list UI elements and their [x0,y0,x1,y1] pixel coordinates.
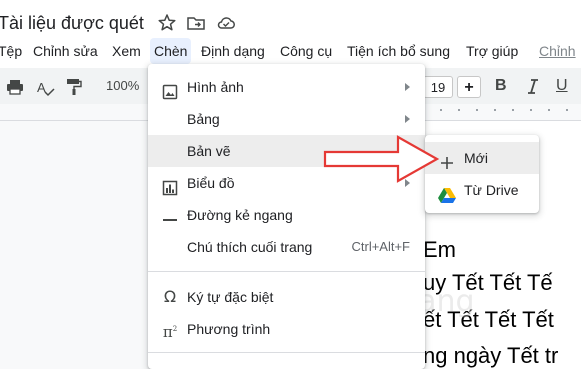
annotation-arrow [323,135,440,183]
